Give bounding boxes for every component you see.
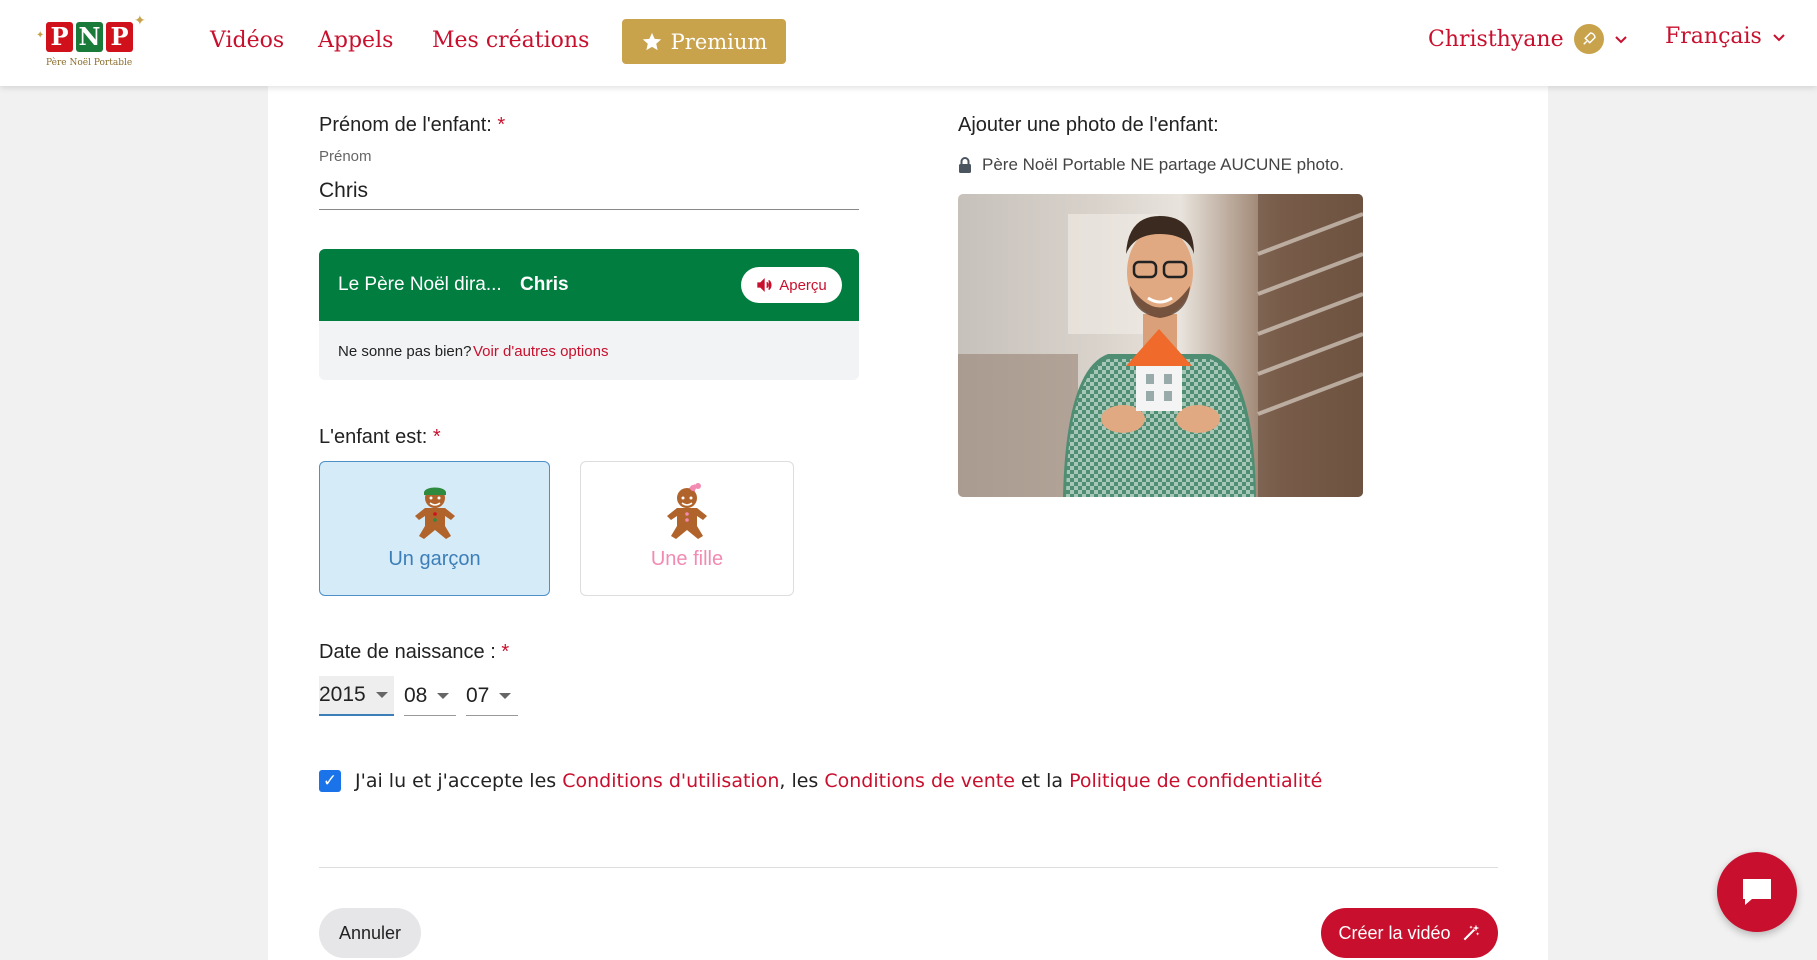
boy-label: Un garçon: [388, 548, 481, 570]
terms-of-use-link[interactable]: Conditions d'utilisation: [562, 770, 779, 792]
birth-year-value: 2015: [319, 683, 366, 706]
nav-videos[interactable]: Vidéos: [210, 28, 284, 53]
user-name: Christhyane: [1428, 26, 1564, 52]
required-mark: *: [501, 641, 510, 663]
birth-date-label-text: Date de naissance :: [319, 641, 496, 663]
premium-label: Premium: [670, 29, 768, 54]
gender-option-girl[interactable]: Une fille: [580, 461, 794, 596]
preview-label: Aperçu: [779, 276, 827, 294]
add-photo-label: Ajouter une photo de l'enfant:: [958, 114, 1219, 136]
form-divider: [319, 867, 1498, 868]
lock-icon: [959, 156, 971, 173]
preview-audio-button[interactable]: Aperçu: [741, 267, 842, 303]
logo-letter-p1: P: [46, 22, 73, 52]
terms-text: J'ai lu et j'accepte les Conditions d'ut…: [355, 770, 1322, 792]
logo-subtitle: Père Noël Portable: [46, 58, 133, 68]
user-menu[interactable]: Christhyane: [1428, 24, 1628, 54]
santa-says-text: Le Père Noël dira...: [338, 274, 502, 295]
top-navigation-bar: ✦ ✦ P N P Père Noël Portable Vidéos Appe…: [0, 0, 1817, 86]
logo-star-small-icon: ✦: [36, 30, 45, 41]
pnp-logo[interactable]: ✦ ✦ P N P Père Noël Portable: [34, 12, 146, 72]
required-mark: *: [497, 114, 506, 136]
language-menu[interactable]: Français: [1665, 24, 1786, 49]
birth-year-select[interactable]: 2015: [319, 676, 394, 716]
gingerbread-boy-icon: [414, 487, 455, 539]
santa-pronunciation-box: Le Père Noël dira... Chris Aperçu Ne son…: [319, 249, 859, 380]
terms-of-sale-link[interactable]: Conditions de vente: [824, 770, 1015, 792]
birth-month-select[interactable]: 08: [404, 676, 456, 716]
language-label: Français: [1665, 24, 1762, 49]
logo-letter-n: N: [76, 22, 103, 52]
logo-letter-p2: P: [106, 22, 133, 52]
terms-separator-1: , les: [779, 770, 819, 792]
santa-pronunciation-bar: Le Père Noël dira... Chris Aperçu: [319, 249, 859, 321]
required-mark: *: [432, 426, 441, 448]
terms-checkbox[interactable]: ✓: [319, 770, 341, 792]
other-options-link[interactable]: Voir d'autres options: [473, 343, 608, 360]
cancel-button[interactable]: Annuler: [319, 908, 421, 958]
caret-down-icon: [437, 692, 450, 699]
birth-day-select[interactable]: 07: [466, 676, 518, 716]
cancel-label: Annuler: [338, 922, 402, 943]
nav-calls[interactable]: Appels: [318, 28, 393, 53]
terms-prefix: J'ai lu et j'accepte les: [355, 770, 557, 792]
birth-date-label: Date de naissance : *: [319, 641, 509, 664]
privacy-policy-link[interactable]: Politique de confidentialité: [1069, 770, 1322, 792]
child-name-label: Prénom de l'enfant: *: [319, 114, 505, 137]
chat-icon: [1743, 879, 1771, 905]
privacy-text: Père Noël Portable NE partage AUCUNE pho…: [982, 155, 1344, 174]
child-is-label-text: L'enfant est:: [319, 426, 428, 448]
gender-option-boy[interactable]: Un garçon: [319, 461, 550, 596]
create-video-label: Créer la vidéo: [1338, 922, 1451, 943]
terms-acceptance: ✓ J'ai lu et j'accepte les Conditions d'…: [319, 770, 1322, 792]
create-video-button[interactable]: Créer la vidéo: [1321, 908, 1498, 958]
chevron-down-icon: [1772, 30, 1786, 44]
child-is-label: L'enfant est: *: [319, 426, 441, 449]
terms-separator-2: et la: [1020, 770, 1064, 792]
rocket-icon: [1573, 24, 1604, 54]
magic-wand-icon: [1463, 924, 1479, 941]
birth-month-value: 08: [404, 683, 428, 707]
photo-privacy-notice: Père Noël Portable NE partage AUCUNE pho…: [958, 155, 1344, 175]
speaker-icon: [757, 278, 772, 292]
premium-button[interactable]: Premium: [622, 19, 786, 64]
star-icon: [642, 32, 661, 50]
child-name-label-text: Prénom de l'enfant:: [319, 114, 492, 136]
chat-button[interactable]: [1717, 852, 1797, 932]
not-sounding-good-text: Ne sonne pas bien?: [338, 343, 472, 360]
gingerbread-girl-icon: [667, 483, 707, 539]
child-photo[interactable]: [958, 194, 1363, 497]
caret-down-icon: [375, 692, 388, 698]
first-name-input[interactable]: [319, 172, 859, 210]
santa-name-text: Chris: [520, 274, 569, 295]
child-photo-image: [958, 194, 1363, 497]
caret-down-icon: [499, 692, 512, 699]
girl-label: Une fille: [650, 548, 724, 570]
logo-star-icon: ✦: [134, 12, 146, 28]
first-name-small-label: Prénom: [319, 148, 372, 165]
chevron-down-icon: [1614, 32, 1628, 46]
nav-my-creations[interactable]: Mes créations: [432, 28, 589, 53]
birth-day-value: 07: [466, 683, 490, 707]
